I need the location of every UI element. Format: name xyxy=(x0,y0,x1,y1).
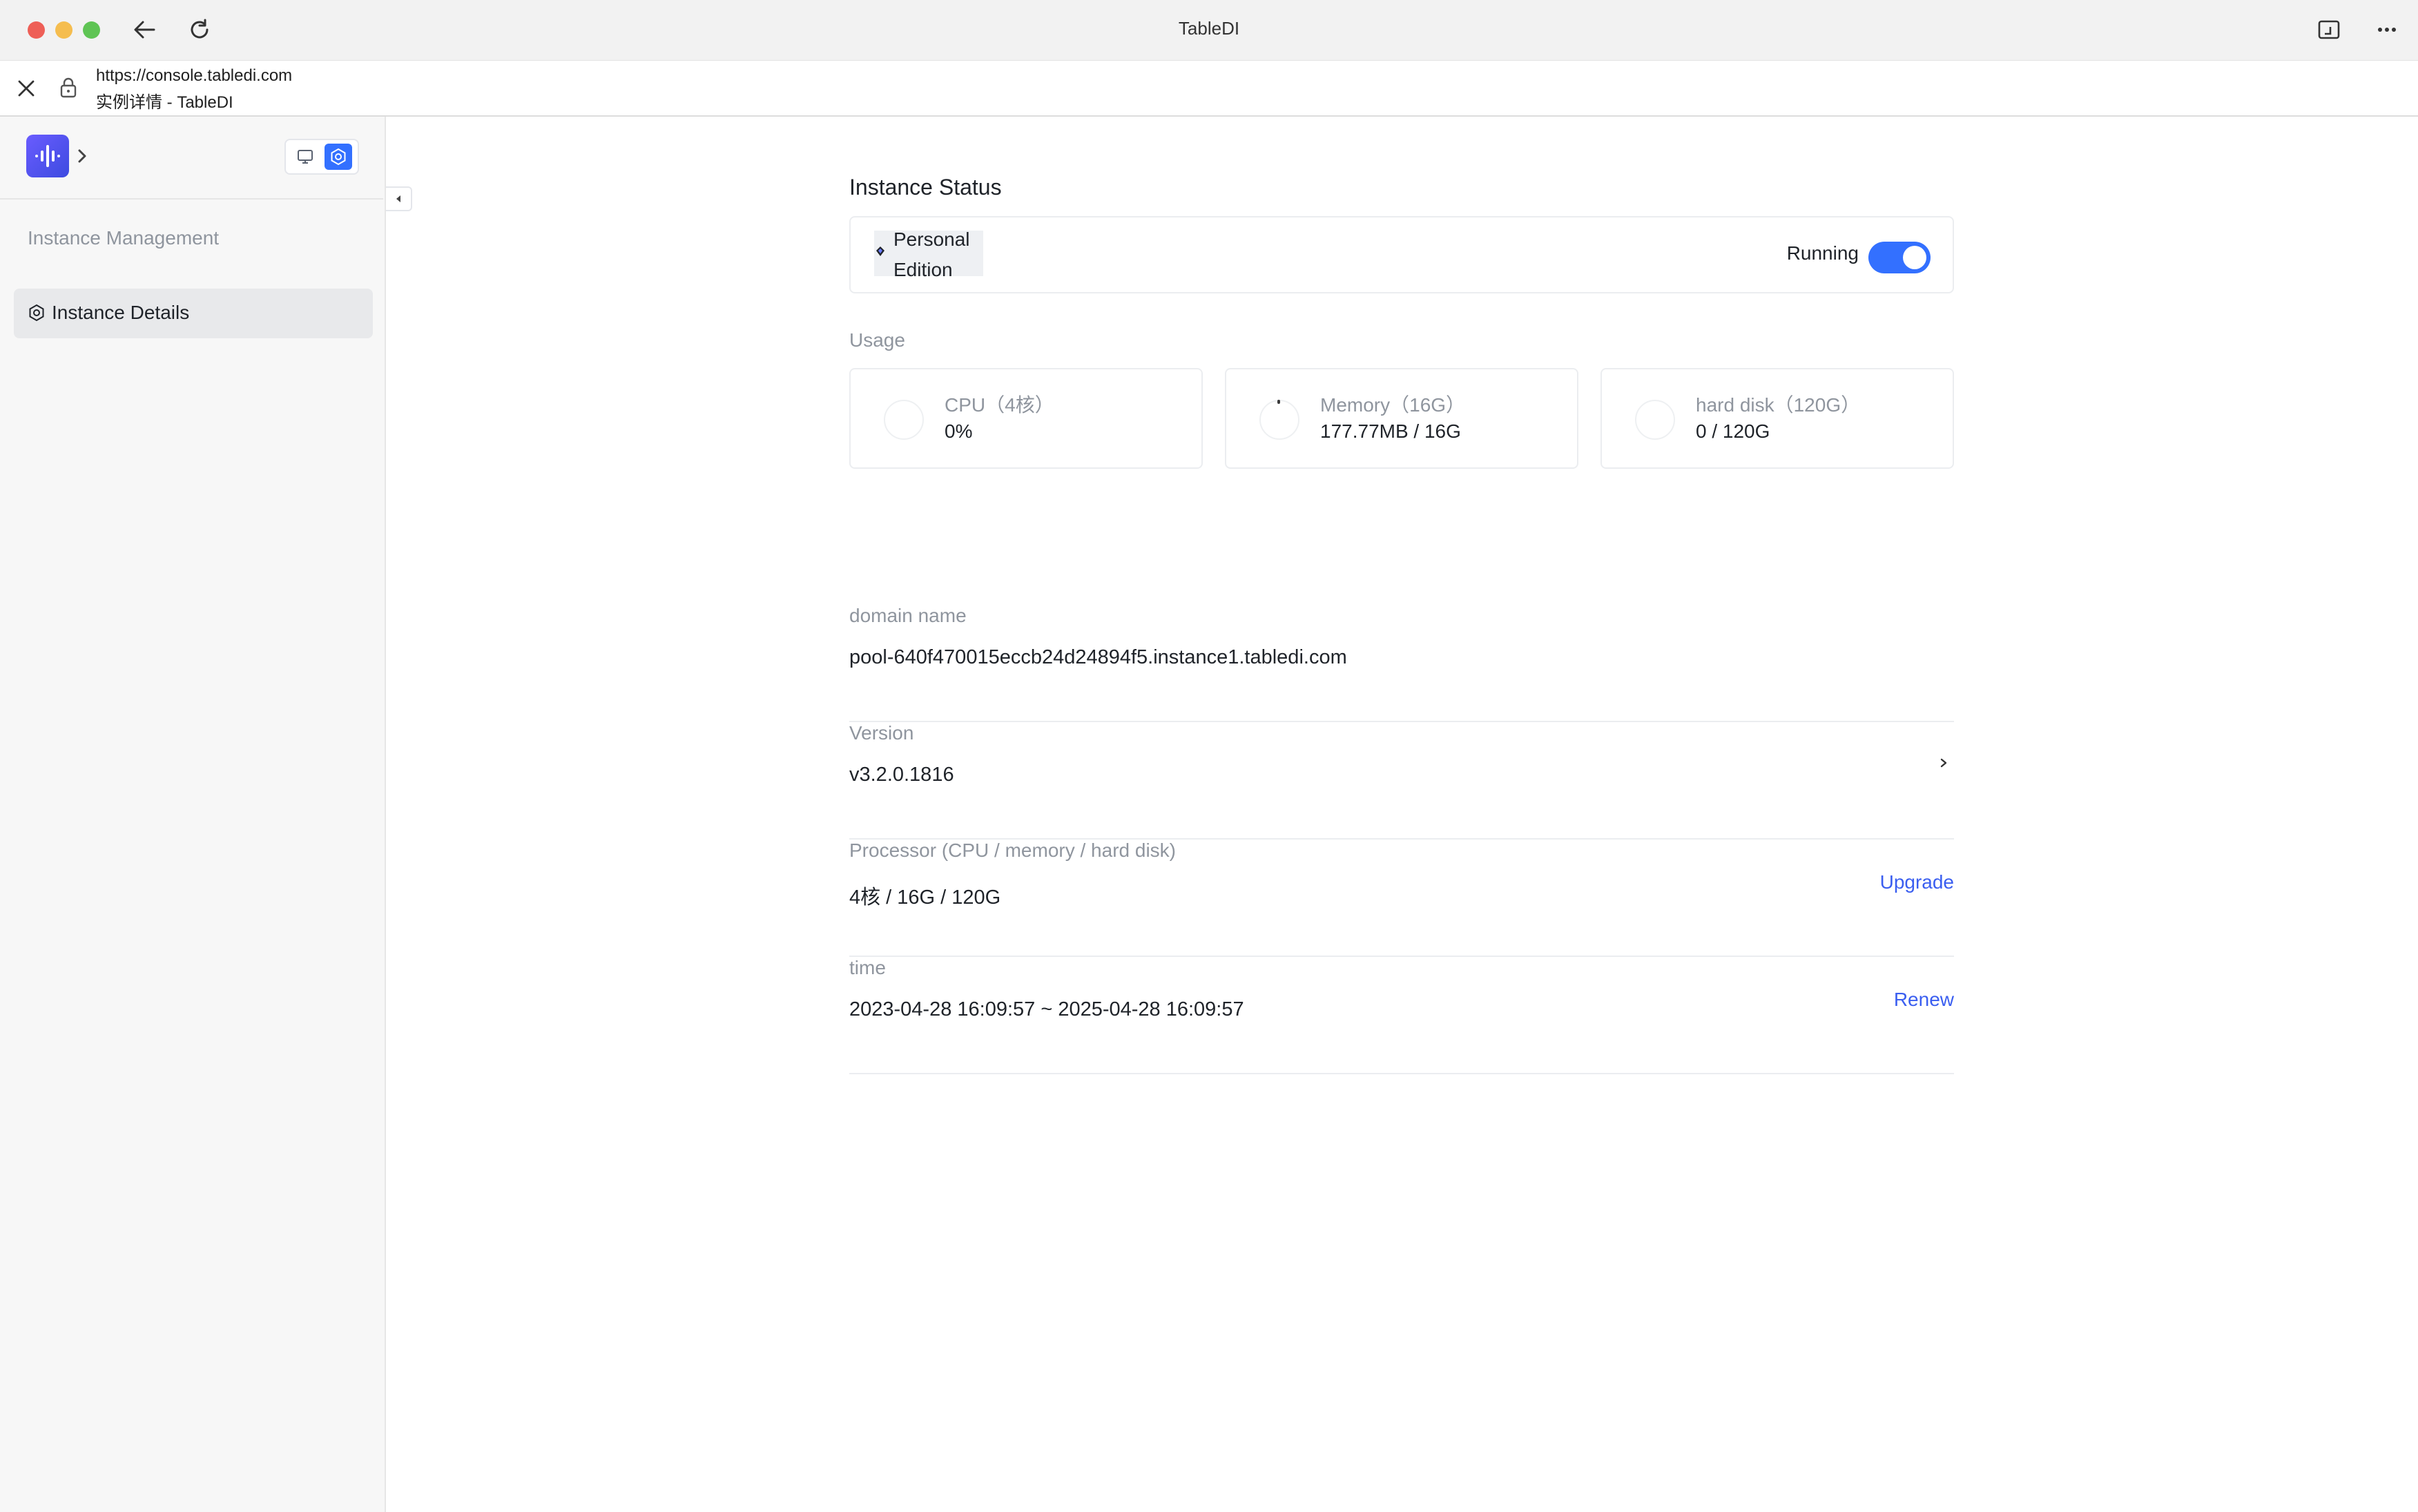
chevron-right-icon[interactable] xyxy=(1937,754,1950,775)
memory-usage-card: Memory（16G） 177.77MB / 16G xyxy=(1225,368,1578,469)
lock-icon xyxy=(58,76,79,103)
domain-name-label: domain name xyxy=(849,605,967,626)
upgrade-button[interactable]: Upgrade xyxy=(1880,871,1954,893)
disk-usage-ring xyxy=(1635,400,1675,440)
cpu-usage-ring xyxy=(884,400,924,440)
sidebar: Instance Management Instance Details xyxy=(0,117,386,1512)
time-value: 2023-04-28 16:09:57 ~ 2025-04-28 16:09:5… xyxy=(849,998,1244,1020)
collapse-sidebar-button[interactable] xyxy=(386,186,412,211)
cpu-usage-card: CPU（4核） 0% xyxy=(849,368,1203,469)
processor-label: Processor (CPU / memory / hard disk) xyxy=(849,840,1176,861)
usage-heading: Usage xyxy=(849,329,905,351)
hexagon-gear-icon xyxy=(28,304,46,325)
time-label: time xyxy=(849,957,886,978)
instance-status-heading: Instance Status xyxy=(849,175,1002,200)
version-row[interactable]: Version v3.2.0.1816 xyxy=(849,722,1954,840)
renew-button[interactable]: Renew xyxy=(1894,989,1954,1011)
processor-row: Processor (CPU / memory / hard disk) 4核 … xyxy=(849,840,1954,957)
monitor-view-button[interactable] xyxy=(291,144,319,170)
cast-icon xyxy=(2318,20,2340,39)
sidebar-item-label: Instance Details xyxy=(52,302,190,323)
close-icon xyxy=(18,80,35,97)
diamond-icon xyxy=(874,245,887,261)
url-text[interactable]: https://console.tabledi.com xyxy=(96,66,292,86)
sidebar-item-instance-details[interactable]: Instance Details xyxy=(14,289,373,338)
memory-usage-value: 177.77MB / 16G xyxy=(1320,420,1461,442)
window-title: TableDI xyxy=(1178,18,1240,39)
version-value: v3.2.0.1816 xyxy=(849,764,954,786)
edition-label: Personal Edition xyxy=(893,229,970,280)
chevron-right-icon xyxy=(78,149,86,163)
version-label: Version xyxy=(849,722,914,744)
memory-usage-label: Memory（16G） xyxy=(1320,394,1466,416)
instance-status-card: Personal Edition Running xyxy=(849,216,1954,293)
cpu-usage-label: CPU（4核） xyxy=(945,394,1054,416)
time-row: time 2023-04-28 16:09:57 ~ 2025-04-28 16… xyxy=(849,957,1954,1074)
settings-view-button[interactable] xyxy=(325,144,352,170)
logo-icon xyxy=(35,145,60,167)
address-bar: https://console.tabledi.com 实例详情 - Table… xyxy=(0,61,2418,117)
app-logo[interactable] xyxy=(26,135,69,177)
domain-name-value: pool-640f470015eccb24d24894f5.instance1.… xyxy=(849,646,1347,668)
memory-usage-arc xyxy=(1277,400,1280,404)
disk-usage-label: hard disk（120G） xyxy=(1696,394,1861,416)
sidebar-section-label: Instance Management xyxy=(28,227,220,249)
page-title-text: 实例详情 - TableDI xyxy=(96,93,233,112)
monitor-icon xyxy=(298,150,313,164)
more-options-button[interactable] xyxy=(2371,14,2403,46)
processor-value: 4核 / 16G / 120G xyxy=(849,886,1001,909)
sidebar-divider xyxy=(0,198,383,200)
running-toggle[interactable] xyxy=(1868,242,1931,273)
domain-name-row: domain name pool-640f470015eccb24d24894f… xyxy=(849,605,1954,722)
caret-left-icon xyxy=(396,195,400,202)
window-titlebar: TableDI xyxy=(0,0,2418,61)
disk-usage-value: 0 / 120G xyxy=(1696,420,1770,442)
more-horizontal-icon xyxy=(2378,28,2396,32)
memory-usage-ring xyxy=(1259,400,1299,440)
toggle-knob xyxy=(1903,246,1926,269)
expand-chevron-button[interactable] xyxy=(75,147,90,168)
close-tab-button[interactable] xyxy=(15,77,37,103)
running-status-label: Running xyxy=(1786,242,1859,264)
hexagon-gear-icon xyxy=(331,148,346,166)
disk-usage-card: hard disk（120G） 0 / 120G xyxy=(1600,368,1954,469)
view-switcher xyxy=(284,139,359,175)
cast-button[interactable] xyxy=(2313,14,2345,46)
cpu-usage-value: 0% xyxy=(945,420,973,442)
